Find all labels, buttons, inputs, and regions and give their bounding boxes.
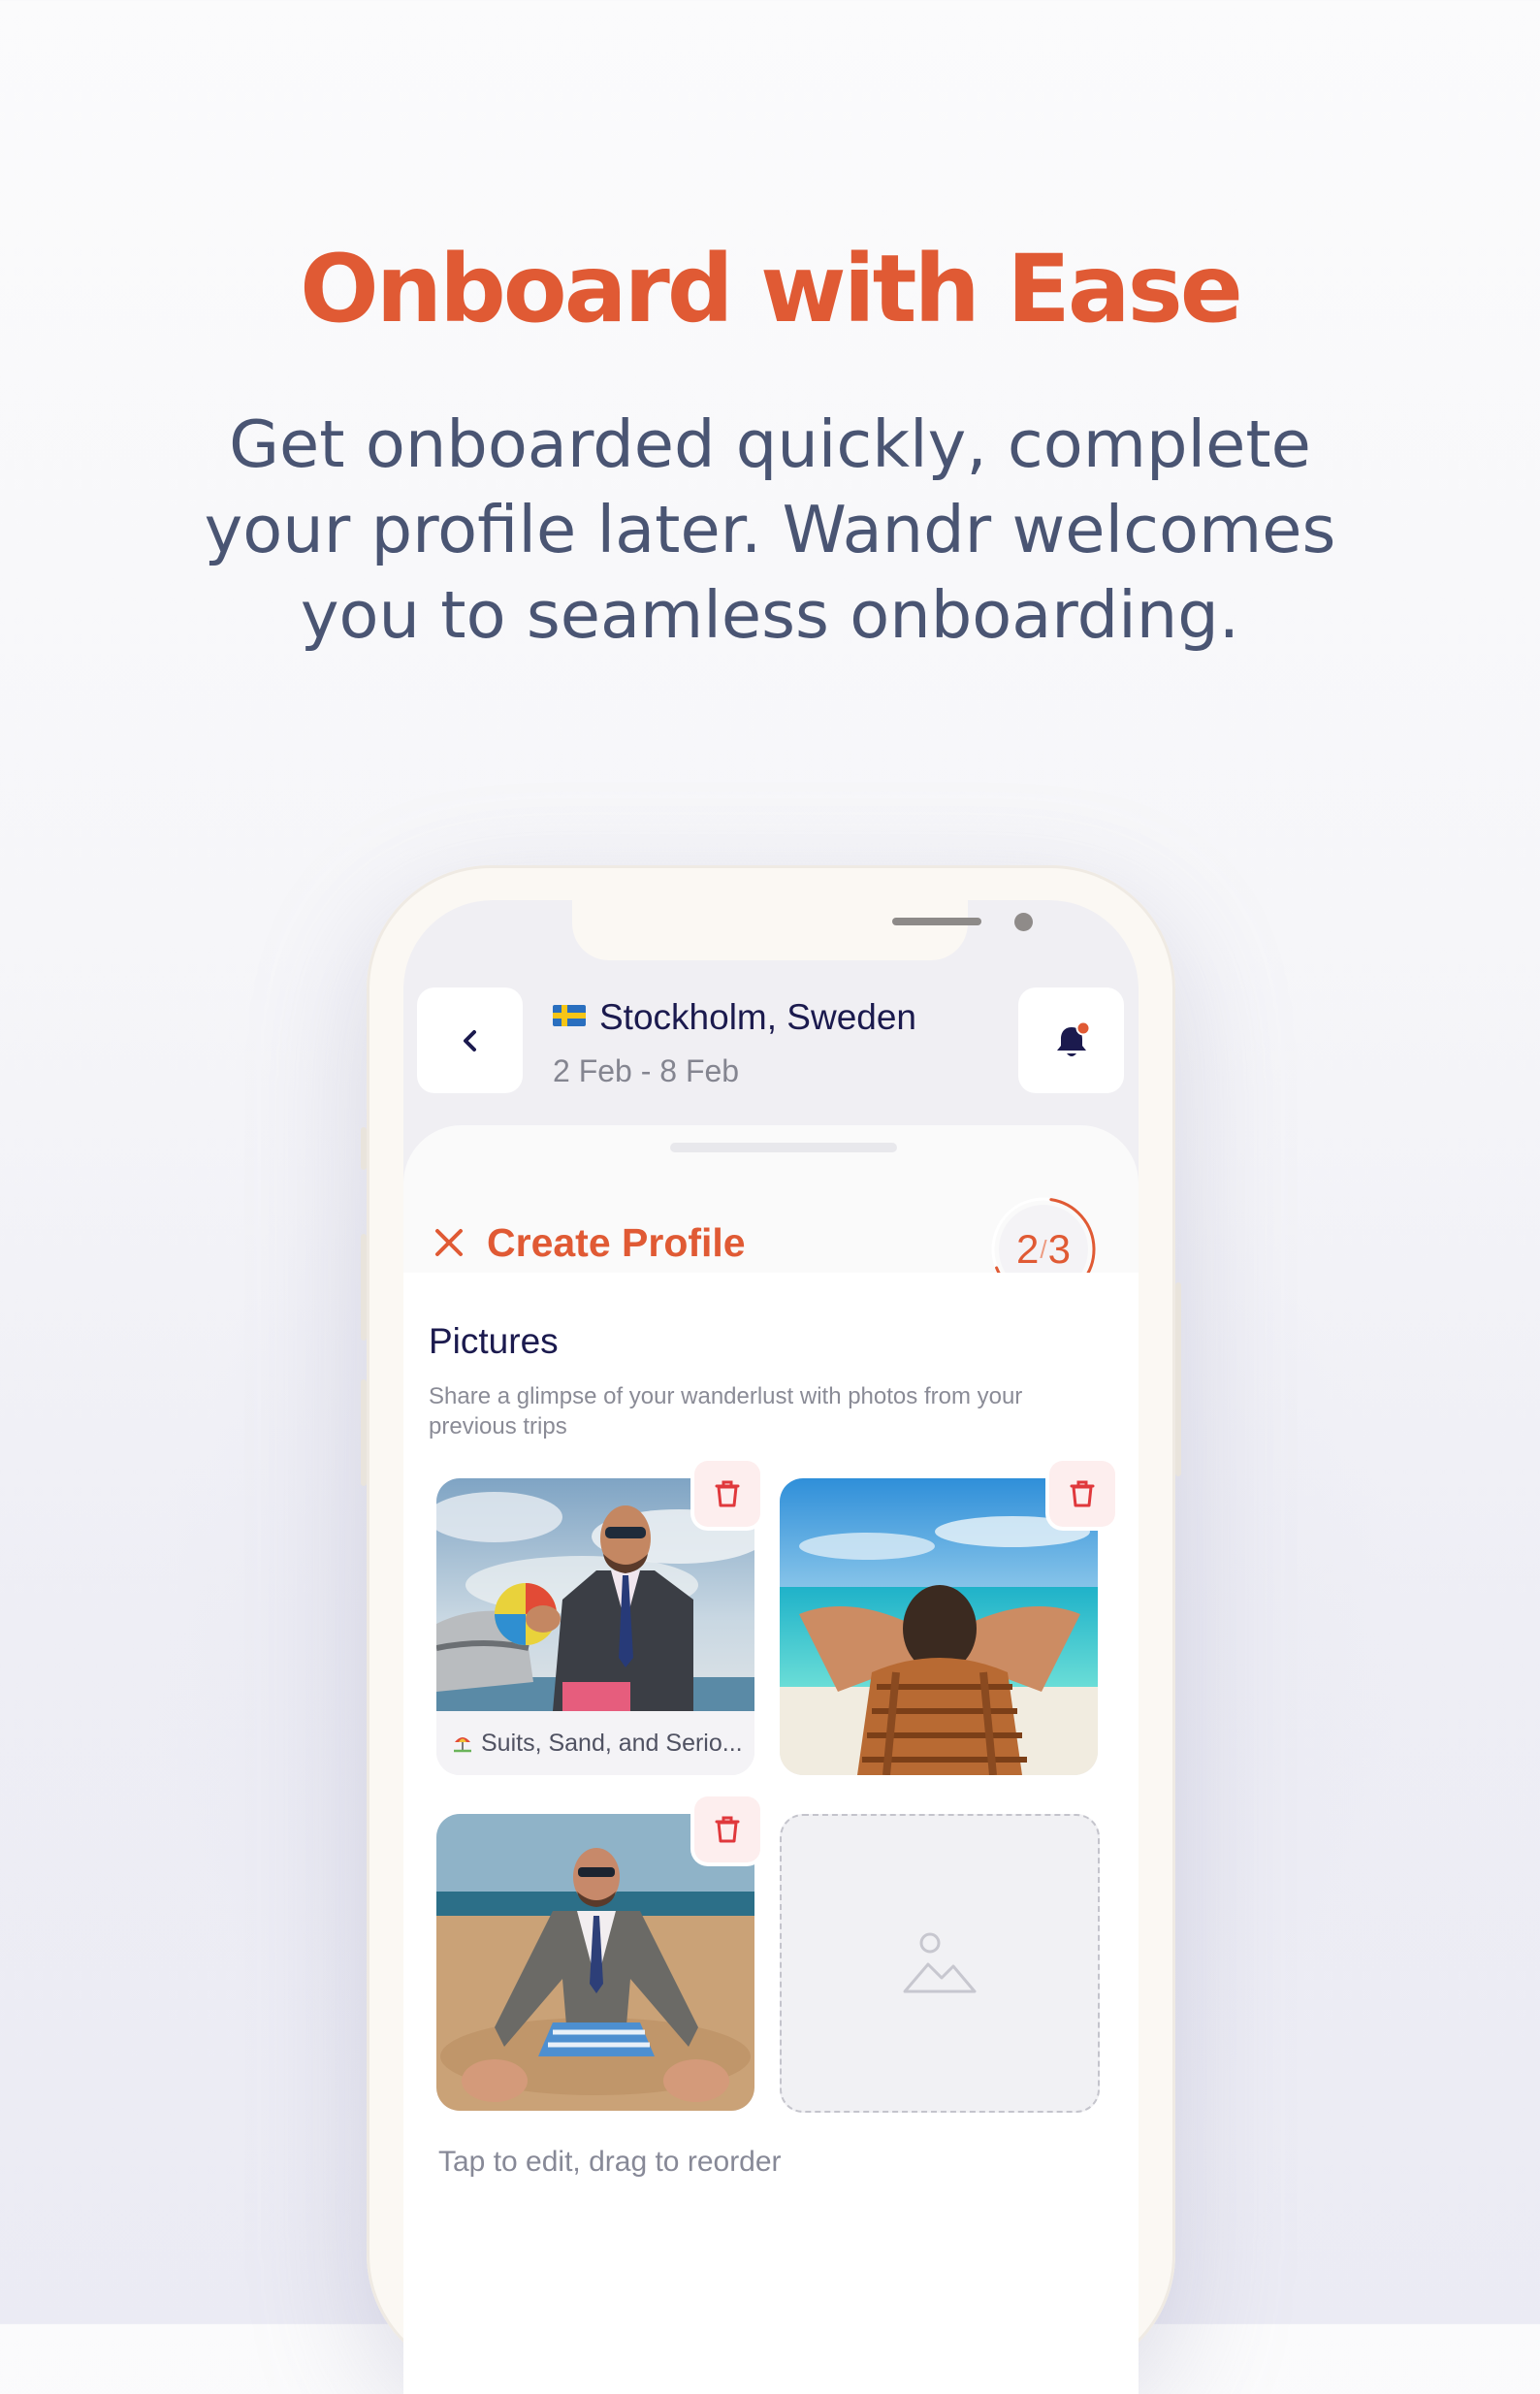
profile-sheet: Create Profile 2/3 Pictures Share a glim… — [403, 1125, 1139, 2394]
hero-title: Onboard with Ease — [300, 235, 1243, 343]
phone-screen: Stockholm, Sweden 2 Feb - 8 Feb Create P… — [403, 900, 1139, 2394]
image-placeholder-icon — [903, 1932, 977, 1993]
step-total: 3 — [1047, 1226, 1071, 1272]
delete-photo-button[interactable] — [694, 1796, 760, 1862]
trip-location: Stockholm, Sweden — [553, 997, 916, 1038]
step-separator: / — [1040, 1234, 1047, 1264]
delete-photo-button[interactable] — [694, 1461, 760, 1527]
bell-icon — [1056, 1020, 1090, 1056]
phone-camera — [1014, 913, 1033, 931]
chevron-left-icon — [463, 1029, 476, 1051]
phone-speaker — [892, 918, 981, 925]
pictures-title: Pictures — [429, 1321, 559, 1361]
reorder-hint: Tap to edit, drag to reorder — [438, 2146, 782, 2178]
phone-volume-up — [361, 1234, 367, 1341]
photo-card-beach-deckchair[interactable] — [780, 1478, 1098, 1775]
phone-volume-down — [361, 1379, 367, 1486]
beach-umbrella-icon — [454, 1737, 471, 1753]
phone-power-button — [1175, 1282, 1181, 1476]
trash-icon — [1070, 1480, 1095, 1507]
create-profile-title: Create Profile — [487, 1220, 746, 1265]
notifications-button[interactable] — [1018, 987, 1124, 1093]
notification-dot — [1075, 1020, 1090, 1035]
trash-icon — [715, 1480, 740, 1507]
delete-photo-button[interactable] — [1049, 1461, 1115, 1527]
pictures-section: Pictures Share a glimpse of your wanderl… — [403, 1273, 1139, 2394]
phone-mute-switch — [361, 1127, 367, 1170]
sweden-flag-icon — [553, 1005, 586, 1027]
back-button[interactable] — [417, 987, 523, 1093]
photo-caption-text: Suits, Sand, and Serio... — [481, 1729, 743, 1757]
add-photo-slot[interactable] — [780, 1814, 1100, 2113]
trip-dates: 2 Feb - 8 Feb — [553, 1053, 740, 1088]
photo-beach-deckchair — [780, 1478, 1098, 1775]
pictures-description: Share a glimpse of your wanderlust with … — [429, 1383, 1023, 1440]
trash-icon — [715, 1816, 740, 1843]
sheet-drag-handle[interactable] — [670, 1143, 897, 1152]
phone-mockup: Stockholm, Sweden 2 Feb - 8 Feb Create P… — [361, 865, 1181, 2394]
step-current: 2 — [1016, 1226, 1040, 1272]
close-button[interactable] — [433, 1226, 465, 1264]
trip-location-label: Stockholm, Sweden — [599, 997, 917, 1037]
phone-notch — [572, 900, 1033, 960]
photo-caption: Suits, Sand, and Serio... — [436, 1711, 754, 1775]
hero-subtitle: Get onboarded quickly, complete your pro… — [204, 406, 1336, 653]
close-icon — [435, 1229, 463, 1256]
